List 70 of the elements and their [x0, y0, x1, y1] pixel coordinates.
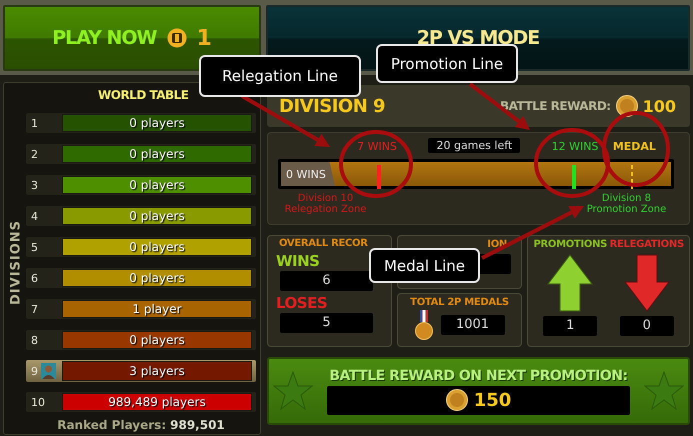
star-icon: [644, 371, 684, 411]
division-number: 10: [31, 396, 45, 408]
division-number: 9: [31, 364, 38, 378]
division-row[interactable]: 4 0 players: [26, 206, 256, 226]
relegations-label: RELEGATIONS: [610, 239, 684, 250]
divisions-label: DIVISIONS: [8, 218, 24, 308]
ranked-players-label: Ranked Players:: [57, 418, 166, 432]
promotions-label: PROMOTIONS: [533, 239, 608, 250]
division-number: 6: [31, 272, 38, 284]
division-number: 7: [31, 302, 38, 316]
avatar-icon: [41, 363, 56, 379]
division-number: 8: [31, 334, 38, 346]
division-row[interactable]: 10 989,489 players: [26, 392, 256, 412]
division-number: 4: [31, 210, 38, 222]
division-number: 2: [31, 148, 38, 160]
marker-line: [631, 165, 633, 189]
division-row[interactable]: 9 3 players: [26, 360, 256, 382]
battle-reward-value: 100: [642, 96, 676, 116]
callout-tooltip: Medal Line: [369, 248, 480, 283]
player-count-bar: 0 players: [62, 238, 252, 256]
player-count-bar: 0 players: [62, 145, 252, 163]
division-row[interactable]: 1 0 players: [26, 113, 256, 133]
player-count-bar: 3 players: [62, 361, 252, 381]
up-arrow-icon: [547, 254, 594, 312]
value-field: 0: [620, 316, 674, 336]
marker-label: 7 WINS: [357, 140, 397, 153]
value-field: 6: [280, 271, 373, 291]
division-row[interactable]: 7 1 player: [26, 299, 256, 319]
player-count-bar: 0 players: [62, 176, 252, 194]
panel-title: WORLD TABLE: [97, 87, 190, 104]
coin-icon: [446, 389, 468, 411]
player-count-bar: 989,489 players: [62, 393, 252, 411]
down-arrow-icon: [624, 254, 670, 312]
value-field: 1: [543, 316, 598, 336]
loses-label: LOSES: [276, 294, 328, 312]
division-row[interactable]: 5 0 players: [26, 237, 256, 257]
value-field: 5: [280, 313, 373, 333]
reward-value: 150: [474, 390, 512, 410]
panel-title: OVERALL RECOR: [279, 238, 369, 249]
division-title: DIVISION 9: [279, 96, 386, 116]
ticket-icon: [166, 28, 186, 48]
star-icon: [273, 371, 313, 411]
coin-icon: [616, 95, 638, 117]
division-row[interactable]: 3 0 players: [26, 175, 256, 195]
callout-tooltip: Relegation Line: [199, 55, 361, 97]
ranked-players-value: 989,501: [170, 418, 225, 432]
division-row[interactable]: 2 0 players: [26, 144, 256, 164]
player-count-bar: 0 players: [62, 331, 252, 349]
panel-title: TOTAL 2P MEDALS: [410, 297, 509, 308]
player-count-bar: 0 players: [62, 269, 252, 287]
callout-tooltip: Promotion Line: [376, 44, 518, 83]
player-count-bar: 0 players: [62, 114, 252, 132]
start-label: 0 WINS: [281, 162, 335, 186]
games-left-badge: 20 games left: [428, 138, 520, 153]
zone-label: Division 8 Promotion Zone: [586, 193, 666, 215]
banner-title: BATTLE REWARD ON NEXT PROMOTION:: [329, 368, 628, 384]
zone-label: Division 10 Relegation Zone: [284, 193, 366, 215]
division-row[interactable]: 8 0 players: [26, 330, 256, 350]
wins-label: WINS: [276, 252, 320, 270]
marker-label: MEDAL: [612, 140, 656, 153]
division-number: 5: [31, 240, 38, 254]
value-field: 1001: [440, 315, 504, 335]
division-number: 3: [31, 178, 38, 192]
marker-label: 12 WINS: [552, 140, 598, 153]
division-number: 1: [31, 116, 38, 130]
player-count-bar: 1 player: [62, 300, 252, 318]
player-count-bar: 0 players: [62, 207, 252, 225]
play-now-button[interactable]: PLAY NOW 1: [3, 5, 261, 71]
medal-icon: [414, 310, 432, 340]
division-row[interactable]: 6 0 players: [26, 268, 256, 288]
